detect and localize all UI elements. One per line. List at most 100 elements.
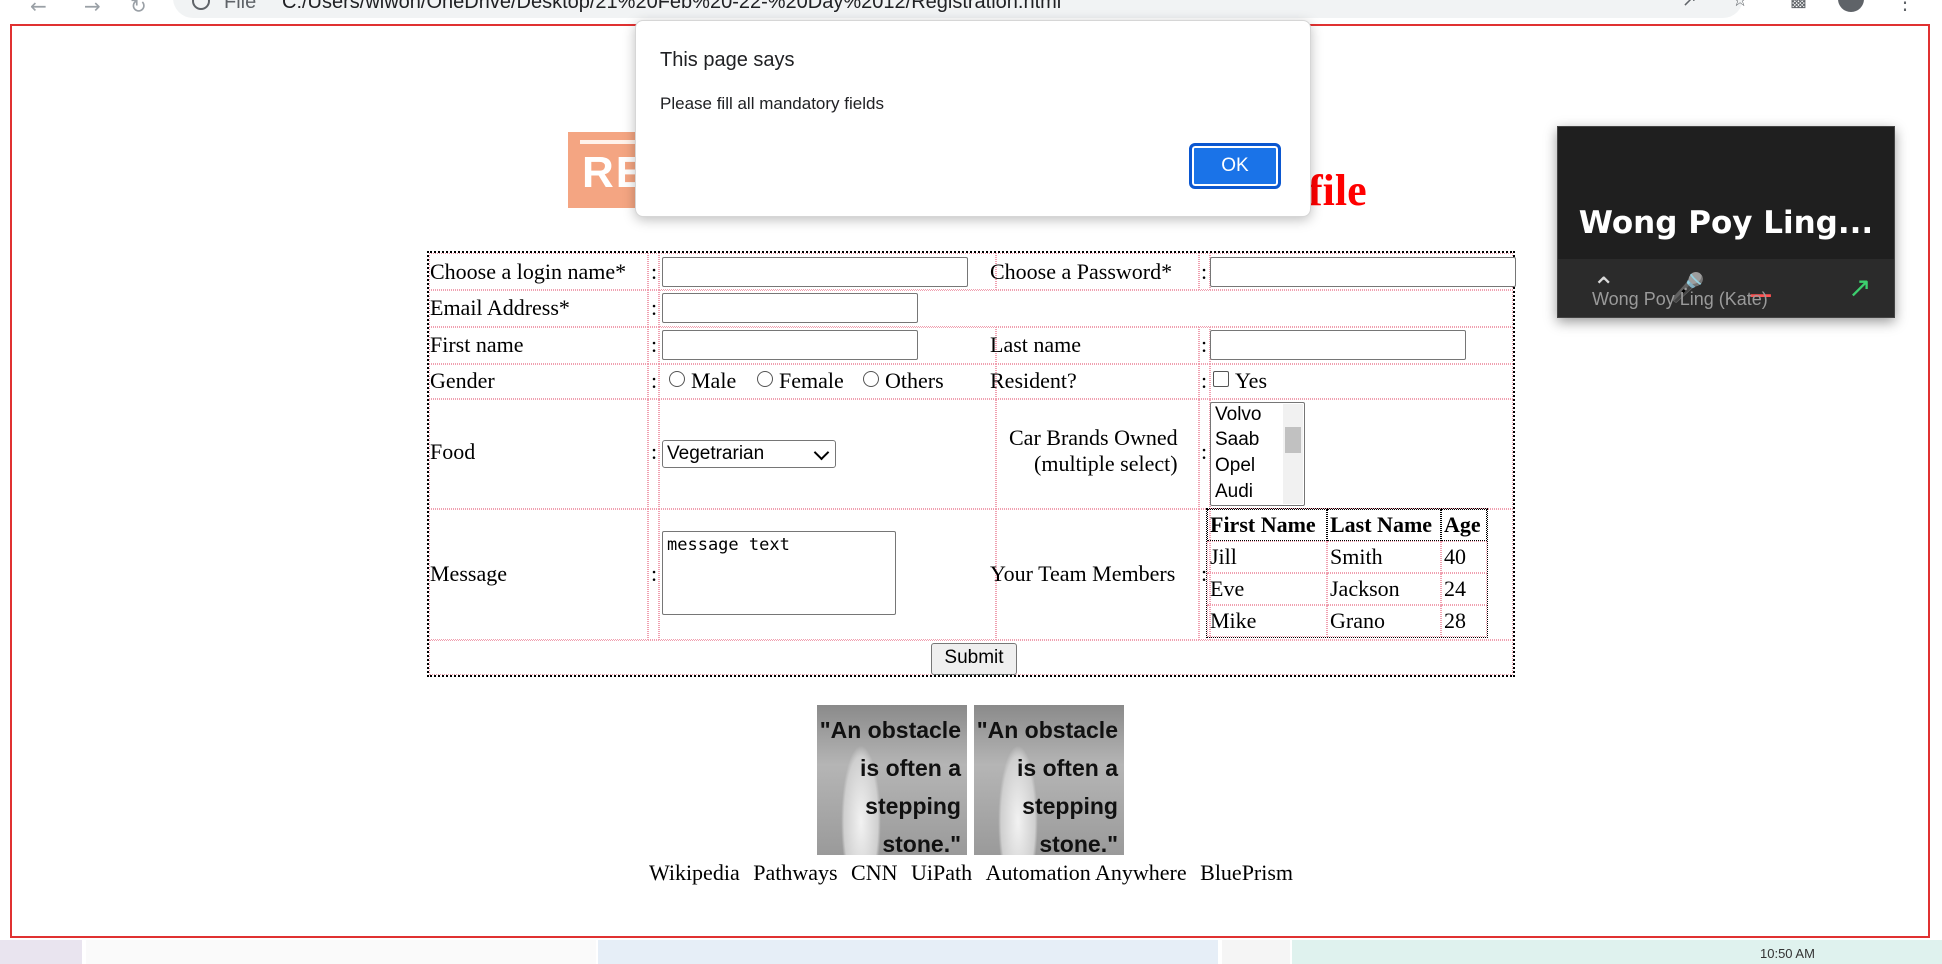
gender-male-label: Male (691, 368, 737, 393)
team-members-label: Your Team Members (990, 561, 1176, 586)
menu-kebab-icon[interactable]: ⋮ (1895, 0, 1915, 14)
quote-line: stepping (1022, 793, 1118, 819)
gender-female-label: Female (779, 368, 844, 393)
link-pathways[interactable]: Pathways (753, 860, 837, 885)
pop-out-icon[interactable]: ↗ (1848, 271, 1871, 304)
table-cell: Grano (1327, 605, 1441, 637)
quote-line: stone." (882, 831, 961, 855)
share-icon[interactable]: ↗ (1682, 0, 1702, 10)
message-label: Message (430, 561, 507, 586)
colon: : (651, 332, 658, 357)
file-label: File (224, 0, 257, 13)
table-cell: Jackson (1327, 573, 1441, 605)
participant-display-name: Wong Poy Ling... (1578, 205, 1874, 241)
gender-others-radio[interactable] (863, 371, 879, 387)
forward-icon[interactable]: → (84, 0, 101, 18)
table-cell: 40 (1441, 541, 1487, 573)
colon: : (651, 439, 658, 464)
first-name-input[interactable] (662, 330, 918, 360)
password-label: Choose a Password* (990, 259, 1173, 284)
participant-label: Wong Poy Ling (Kate) (1592, 289, 1768, 309)
bookmark-star-icon[interactable]: ☆ (1732, 0, 1752, 10)
gender-female-radio[interactable] (757, 371, 773, 387)
extensions-icon[interactable]: ▩ (1790, 0, 1810, 10)
table-cell: 28 (1441, 605, 1487, 637)
quote-line: "An obstacle (976, 717, 1118, 743)
colon: : (651, 368, 658, 393)
car-option-audi[interactable]: Audi (1215, 480, 1253, 504)
last-name-label: Last name (990, 332, 1082, 357)
link-automation-anywhere[interactable]: Automation Anywhere (986, 860, 1187, 885)
car-brands-sublabel: (multiple select) (1034, 451, 1178, 476)
team-members-table: First Name Last Name Age Jill Smith 40 E… (1206, 508, 1488, 638)
link-bar: Wikipedia Pathways CNN UiPath Automation… (0, 860, 1942, 886)
car-brands-label: Car Brands Owned (1009, 425, 1178, 450)
login-name-input[interactable] (662, 257, 968, 287)
car-option-opel[interactable]: Opel (1215, 454, 1255, 478)
quote-line: stone." (1039, 831, 1118, 855)
password-input[interactable] (1210, 257, 1516, 287)
food-select-value: Vegetrarian (667, 443, 765, 464)
resident-yes-label: Yes (1235, 368, 1268, 393)
quote-line: "An obstacle (819, 717, 961, 743)
login-name-label: Choose a login name* (430, 259, 627, 284)
link-uipath[interactable]: UiPath (911, 860, 972, 885)
quote-image: "An obstacle is often a stepping stone." (817, 705, 967, 855)
team-header-last: Last Name (1327, 509, 1441, 541)
back-icon[interactable]: ← (30, 0, 47, 18)
resident-label: Resident? (990, 368, 1077, 393)
last-name-input[interactable] (1210, 330, 1466, 360)
food-select[interactable]: Vegetrarian (662, 440, 836, 468)
message-text: message text (667, 535, 790, 555)
video-call-tile[interactable]: Wong Poy Ling... ⌃ 🎤 ⚊ ↗ Wong Poy Ling (… (1557, 126, 1895, 318)
email-input[interactable] (662, 293, 918, 323)
taskbar-clock: 10:50 AM (1760, 946, 1815, 961)
profile-avatar[interactable] (1838, 0, 1864, 12)
dialog-title: This page says (660, 49, 795, 71)
link-cnn[interactable]: CNN (851, 860, 897, 885)
email-label: Email Address* (430, 295, 570, 320)
colon: : (1201, 259, 1208, 284)
taskbar: 10:50 AM (0, 940, 1942, 964)
car-option-saab[interactable]: Saab (1215, 428, 1259, 452)
car-option-volvo[interactable]: Volvo (1215, 403, 1261, 427)
colon: : (1201, 368, 1208, 393)
listbox-scrollbar[interactable] (1283, 404, 1303, 504)
first-name-label: First name (430, 332, 524, 357)
gender-label: Gender (430, 368, 495, 393)
alert-dialog: This page says Please fill all mandatory… (635, 20, 1311, 217)
table-cell: Smith (1327, 541, 1441, 573)
team-header-age: Age (1441, 509, 1487, 541)
resident-checkbox[interactable] (1213, 371, 1229, 387)
submit-button[interactable]: Submit (931, 643, 1017, 675)
gender-male-radio[interactable] (669, 371, 685, 387)
reload-icon[interactable]: ↻ (130, 0, 147, 18)
quote-line: stepping (865, 793, 961, 819)
table-cell: Mike (1207, 605, 1327, 637)
colon: : (1201, 332, 1208, 357)
quote-line: is often a (860, 755, 961, 781)
car-brands-listbox[interactable]: Volvo Saab Opel Audi (1210, 402, 1305, 506)
colon: : (651, 295, 658, 320)
browser-toolbar: ← → ↻ File C:/Users/wiwon/OneDrive/Deskt… (0, 0, 1942, 22)
link-blueprism[interactable]: BluePrism (1200, 860, 1293, 885)
colon: : (1201, 439, 1208, 464)
dialog-message: Please fill all mandatory fields (660, 94, 884, 113)
link-wikipedia[interactable]: Wikipedia (649, 860, 740, 885)
table-cell: Eve (1207, 573, 1327, 605)
listbox-scroll-thumb[interactable] (1285, 427, 1301, 453)
gender-others-label: Others (885, 368, 944, 393)
quote-image: "An obstacle is often a stepping stone." (974, 705, 1124, 855)
dialog-ok-button[interactable]: OK (1189, 143, 1281, 189)
team-header-first: First Name (1207, 509, 1327, 541)
colon: : (651, 259, 658, 284)
heading-text: file (1308, 166, 1367, 215)
message-textarea[interactable]: message text (662, 531, 896, 615)
table-cell: 24 (1441, 573, 1487, 605)
table-cell: Jill (1207, 541, 1327, 573)
chevron-down-icon (813, 444, 830, 461)
url-text[interactable]: C:/Users/wiwon/OneDrive/Desktop/21%20Feb… (282, 0, 1061, 12)
quote-line: is often a (1017, 755, 1118, 781)
colon: : (651, 561, 658, 586)
food-label: Food (430, 439, 476, 464)
